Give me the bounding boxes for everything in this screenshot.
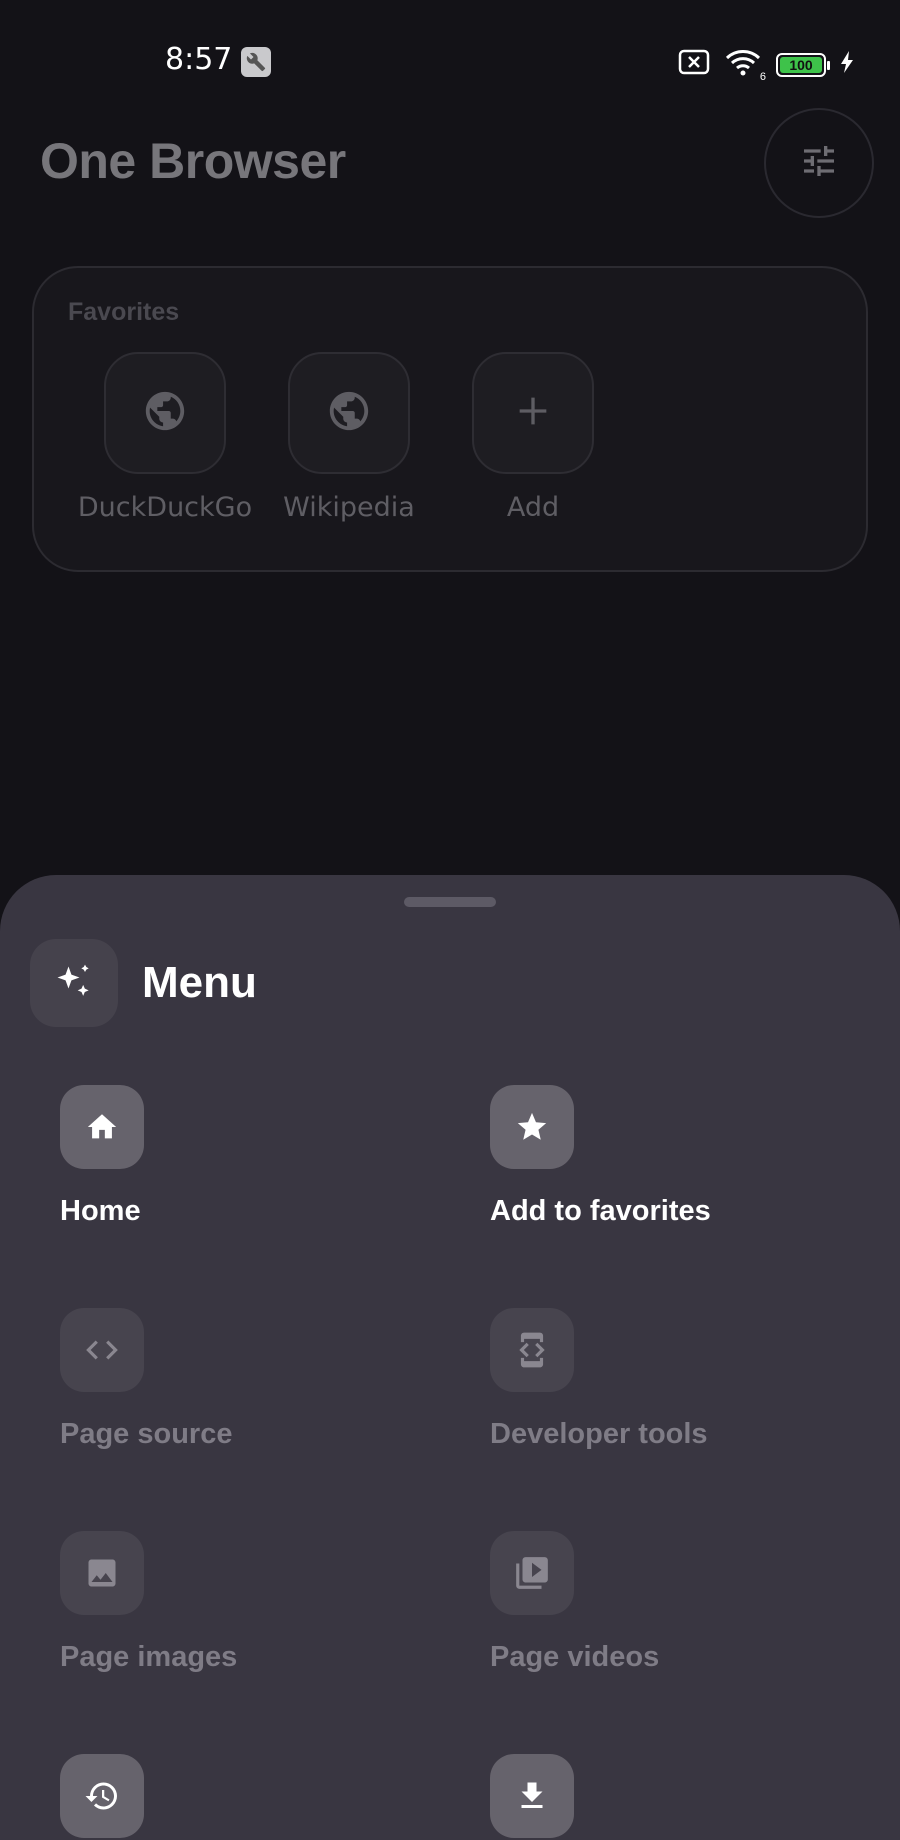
menu-item-page-images[interactable]: Page images <box>60 1531 460 1674</box>
menu-item-history[interactable] <box>60 1754 460 1840</box>
home-icon <box>60 1085 144 1169</box>
settings-button[interactable] <box>764 108 874 218</box>
history-icon <box>60 1754 144 1838</box>
globe-icon <box>142 388 188 439</box>
menu-item-label: Page images <box>60 1641 238 1673</box>
sparkle-icon <box>30 939 118 1027</box>
favorites-title: Favorites <box>68 298 180 326</box>
menu-item-downloads[interactable] <box>490 1754 890 1840</box>
battery-level: 100 <box>780 56 822 73</box>
menu-item-label: Page source <box>60 1418 233 1450</box>
code-icon <box>60 1308 144 1392</box>
menu-item-add-to-favorites[interactable]: Add to favorites <box>490 1085 890 1228</box>
add-favorite-tile[interactable] <box>472 352 594 474</box>
menu-sheet: Menu Home Add to favorites Page source D… <box>0 875 900 1840</box>
download-icon <box>490 1754 574 1838</box>
menu-item-home[interactable]: Home <box>60 1085 460 1228</box>
menu-header: Menu <box>30 939 257 1027</box>
developer-mode-icon <box>490 1308 574 1392</box>
menu-title: Menu <box>142 958 257 1007</box>
tune-icon <box>799 141 839 186</box>
menu-item-label: Home <box>60 1195 141 1227</box>
status-bar: 8:57 6 100 <box>0 0 900 120</box>
favorite-label: DuckDuckGo <box>77 492 253 523</box>
no-sim-icon <box>678 49 710 80</box>
favorite-label: Add <box>506 492 560 523</box>
menu-item-label: Add to favorites <box>490 1195 711 1227</box>
wrench-icon <box>241 47 271 77</box>
favorite-duckduckgo[interactable]: DuckDuckGo <box>75 352 255 523</box>
plus-icon <box>513 391 553 436</box>
favorite-label: Wikipedia <box>283 492 415 523</box>
battery-icon: 100 <box>776 52 830 77</box>
menu-item-label: Developer tools <box>490 1418 708 1450</box>
menu-item-developer-tools[interactable]: Developer tools <box>490 1308 890 1451</box>
favorite-tile[interactable] <box>288 352 410 474</box>
video-library-icon <box>490 1531 574 1615</box>
favorite-add[interactable]: Add <box>443 352 623 523</box>
menu-item-page-videos[interactable]: Page videos <box>490 1531 890 1674</box>
charging-icon <box>840 51 854 78</box>
favorite-wikipedia[interactable]: Wikipedia <box>259 352 439 523</box>
star-icon <box>490 1085 574 1169</box>
wifi-icon: 6 <box>724 48 766 83</box>
image-icon <box>60 1531 144 1615</box>
menu-item-page-source[interactable]: Page source <box>60 1308 460 1451</box>
wifi-badge: 6 <box>759 71 766 83</box>
drag-handle[interactable] <box>404 897 496 907</box>
status-icons: 6 100 <box>678 48 854 83</box>
status-time: 8:57 <box>165 42 233 77</box>
app-title: One Browser <box>40 133 346 189</box>
globe-icon <box>326 388 372 439</box>
favorite-tile[interactable] <box>104 352 226 474</box>
favorites-card: Favorites DuckDuckGo Wikipedia Add <box>32 266 868 572</box>
menu-item-label: Page videos <box>490 1641 660 1673</box>
